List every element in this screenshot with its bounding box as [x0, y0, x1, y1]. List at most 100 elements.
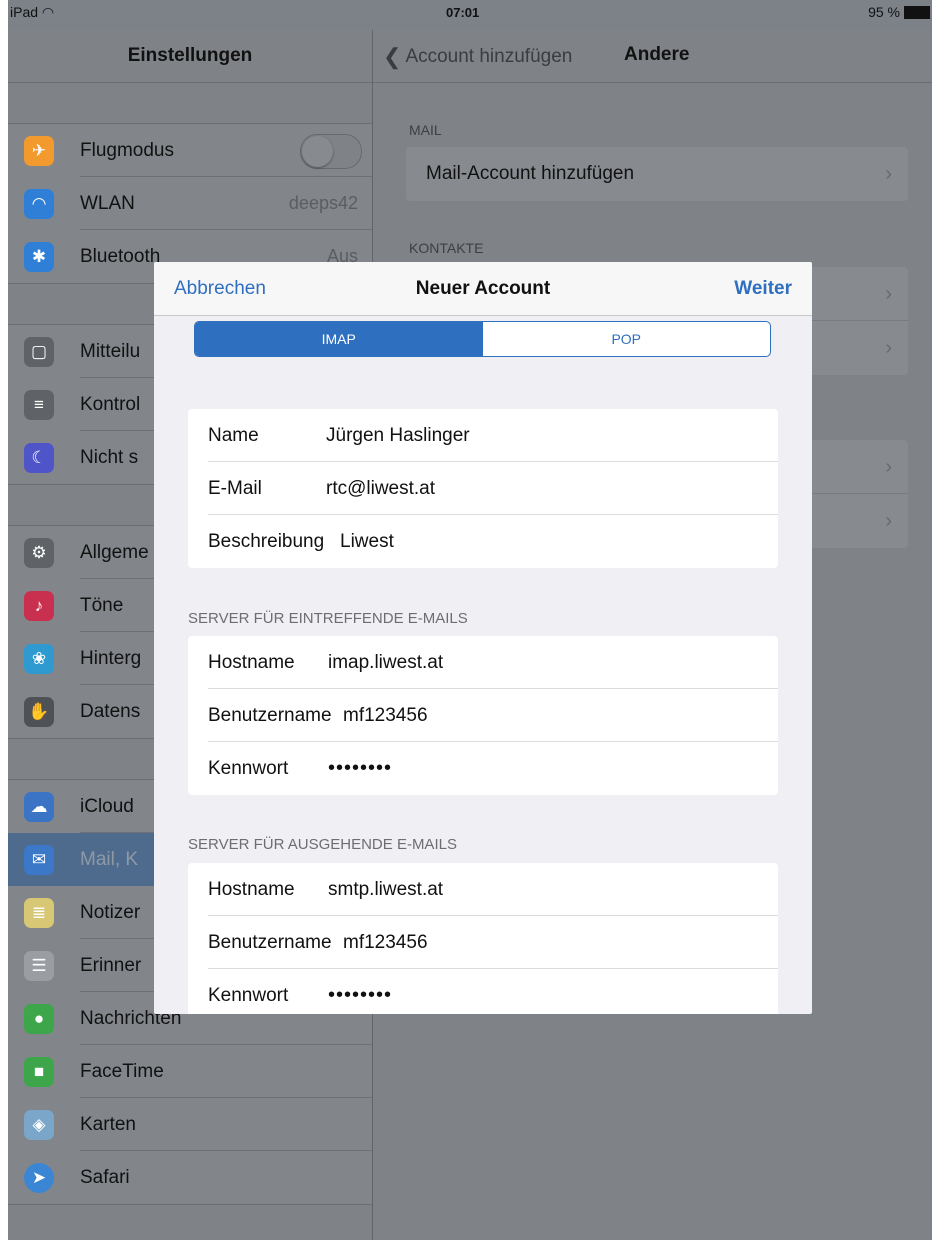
control-center-icon: ≡: [24, 389, 54, 420]
chevron-left-icon: ❮: [383, 44, 402, 69]
sidebar-item-label: WLAN: [80, 192, 135, 214]
sidebar-item-label: Hinterg: [80, 647, 142, 669]
row-label: Mail-Account hinzufügen: [426, 163, 635, 184]
new-account-modal: Abbrechen Neuer Account Weiter IMAP POP …: [154, 262, 812, 1014]
segment-pop[interactable]: POP: [483, 322, 771, 356]
speaker-icon: ♪: [24, 590, 54, 621]
field-value[interactable]: mf123456: [343, 705, 428, 727]
next-button[interactable]: Weiter: [734, 278, 792, 300]
ipad-screen: iPad ◠ 07:01 95 % Einstellungen ✈ Flugmo…: [8, 0, 932, 1240]
moon-icon: ☾: [24, 442, 54, 473]
cancel-button[interactable]: Abbrechen: [174, 278, 266, 300]
safari-icon: ➤: [24, 1162, 54, 1193]
sidebar-item-label: Töne: [80, 594, 124, 616]
flugmodus-toggle[interactable]: [300, 134, 362, 169]
incoming-hostname-field[interactable]: Hostname imap.liwest.at: [188, 636, 778, 689]
password-value[interactable]: ••••••••: [328, 757, 392, 780]
field-label: E-Mail: [208, 477, 262, 499]
sidebar-item-label: Datens: [80, 700, 141, 722]
sidebar-item-label: Kontrol: [80, 393, 141, 415]
sidebar-item-label: Karten: [80, 1113, 136, 1135]
protocol-segmented-control: IMAP POP: [194, 321, 771, 357]
field-value[interactable]: rtc@liwest.at: [326, 478, 435, 500]
segment-imap[interactable]: IMAP: [195, 322, 483, 356]
wifi-status-icon: ◠: [41, 4, 55, 20]
sidebar-item-facetime[interactable]: ■ FaceTime: [8, 1045, 372, 1098]
field-value[interactable]: smtp.liwest.at: [328, 879, 443, 901]
notes-icon: ≣: [24, 897, 54, 928]
field-label: Benutzername: [208, 931, 332, 953]
notifications-icon: ▢: [24, 336, 54, 367]
status-bar: iPad ◠ 07:01 95 %: [8, 0, 932, 30]
wifi-icon: ◠: [24, 188, 54, 219]
field-label: Name: [208, 424, 259, 446]
maps-icon: ◈: [24, 1109, 54, 1140]
sidebar-item-label: Flugmodus: [80, 139, 174, 161]
field-label: Hostname: [208, 651, 295, 673]
mail-group: Mail-Account hinzufügen ›: [406, 147, 908, 201]
sidebar-item-label: Mail, K: [80, 848, 139, 870]
section-mail: MAIL: [409, 122, 442, 138]
outgoing-server-group: Hostname smtp.liwest.at Benutzername mf1…: [188, 863, 778, 1014]
chevron-right-icon: ›: [885, 283, 892, 305]
sidebar-item-label: Notizer: [80, 901, 141, 923]
sidebar-item-label: Safari: [80, 1166, 130, 1188]
incoming-server-header: SERVER FÜR EINTREFFENDE E-MAILS: [188, 610, 468, 627]
sidebar-item-label: Bluetooth: [80, 245, 161, 267]
sidebar-item-label: FaceTime: [80, 1060, 164, 1082]
chevron-right-icon: ›: [885, 337, 892, 359]
detail-nav-bar: ❮ Account hinzufügen Andere: [373, 30, 932, 83]
section-contacts: KONTAKTE: [409, 240, 484, 256]
chevron-right-icon: ›: [885, 456, 892, 478]
outgoing-username-field[interactable]: Benutzername mf123456: [188, 916, 778, 969]
back-label: Account hinzufügen: [405, 46, 573, 67]
battery-icon: [904, 5, 930, 19]
sidebar-item-label: Nicht s: [80, 446, 139, 468]
device-name: iPad: [10, 4, 39, 20]
field-label: Kennwort: [208, 984, 289, 1006]
sidebar-item-label: Erinner: [80, 954, 142, 976]
field-value[interactable]: imap.liwest.at: [328, 652, 443, 674]
field-label: Benutzername: [208, 704, 332, 726]
field-label: Kennwort: [208, 757, 289, 779]
sidebar-item-karten[interactable]: ◈ Karten: [8, 1098, 372, 1151]
battery-percent: 95 %: [868, 4, 900, 20]
sidebar-item-label: Mitteilu: [80, 340, 141, 362]
gear-icon: ⚙: [24, 537, 54, 568]
back-button[interactable]: ❮ Account hinzufügen: [383, 44, 572, 70]
wallpaper-icon: ❀: [24, 643, 54, 674]
password-value[interactable]: ••••••••: [328, 984, 392, 1007]
incoming-password-field[interactable]: Kennwort ••••••••: [188, 742, 778, 795]
outgoing-hostname-field[interactable]: Hostname smtp.liwest.at: [188, 863, 778, 916]
hand-icon: ✋: [24, 696, 54, 727]
field-value[interactable]: mf123456: [343, 932, 428, 954]
sidebar-title: Einstellungen: [8, 30, 372, 83]
name-field[interactable]: Name Jürgen Haslinger: [188, 409, 778, 462]
sidebar-item-flugmodus[interactable]: ✈ Flugmodus: [8, 124, 372, 177]
facetime-icon: ■: [24, 1056, 54, 1087]
field-value[interactable]: Jürgen Haslinger: [326, 425, 470, 447]
messages-icon: ●: [24, 1003, 54, 1034]
device-label: iPad ◠: [10, 4, 54, 21]
field-label: Beschreibung: [208, 530, 325, 552]
field-label: Hostname: [208, 878, 295, 900]
sidebar-item-label: iCloud: [80, 795, 134, 817]
incoming-username-field[interactable]: Benutzername mf123456: [188, 689, 778, 742]
sidebar-item-wlan[interactable]: ◠ WLAN deeps42: [8, 177, 372, 230]
chevron-right-icon: ›: [885, 163, 892, 185]
description-field[interactable]: Beschreibung Liwest: [188, 515, 778, 568]
battery-status: 95 %: [868, 4, 930, 20]
cloud-icon: ☁: [24, 791, 54, 822]
incoming-server-group: Hostname imap.liwest.at Benutzername mf1…: [188, 636, 778, 795]
bluetooth-icon: ✱: [24, 241, 54, 272]
field-value[interactable]: Liwest: [340, 531, 394, 553]
outgoing-password-field[interactable]: Kennwort ••••••••: [188, 969, 778, 1014]
chevron-right-icon: ›: [885, 510, 892, 532]
email-field[interactable]: E-Mail rtc@liwest.at: [188, 462, 778, 515]
sidebar-item-safari[interactable]: ➤ Safari: [8, 1151, 372, 1204]
add-mail-account-row[interactable]: Mail-Account hinzufügen ›: [406, 147, 908, 201]
reminders-icon: ☰: [24, 950, 54, 981]
airplane-icon: ✈: [24, 135, 54, 166]
detail-title: Andere: [624, 44, 690, 65]
